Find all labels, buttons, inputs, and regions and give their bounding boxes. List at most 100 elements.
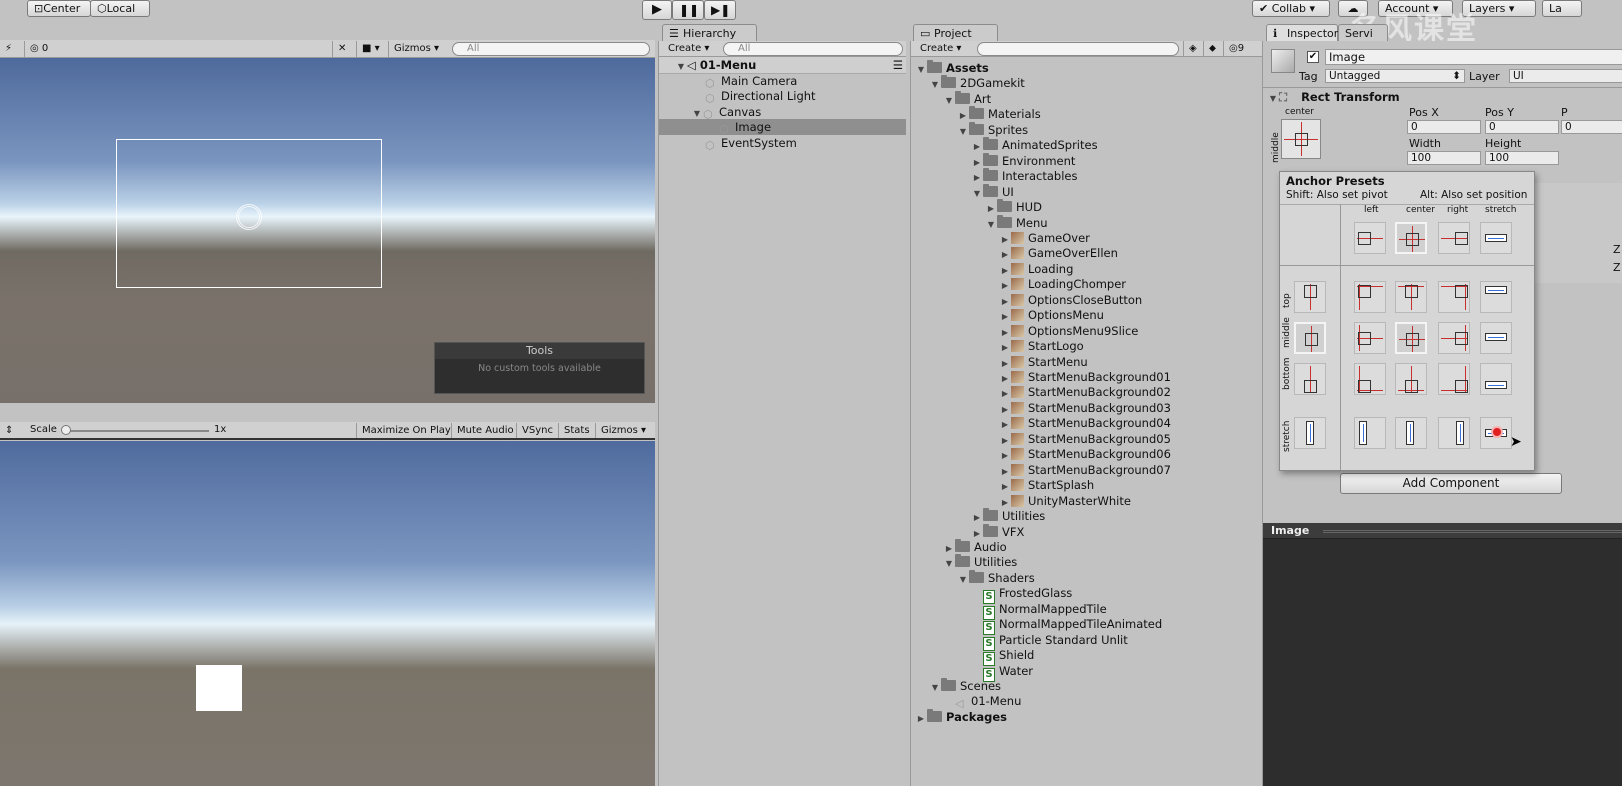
- anchor-preset-stretch-all[interactable]: [1480, 417, 1512, 449]
- project-tree-item[interactable]: ▶ Environment: [971, 152, 1075, 169]
- anchor-preset-button[interactable]: [1281, 119, 1321, 159]
- add-component-button[interactable]: Add Component: [1340, 473, 1562, 494]
- anchor-preset-cell[interactable]: [1438, 363, 1470, 395]
- posz-field[interactable]: 0: [1561, 120, 1622, 134]
- anchor-preset-center[interactable]: [1395, 222, 1427, 254]
- anchor-preset-top[interactable]: [1294, 281, 1326, 313]
- anchor-preset-cell[interactable]: [1395, 322, 1427, 354]
- anchor-preset-cell[interactable]: [1438, 322, 1470, 354]
- anchor-preset-cell-stretch-v[interactable]: [1395, 417, 1427, 449]
- project-tree-item[interactable]: ▶ StartMenuBackground03: [999, 400, 1171, 416]
- scene-gizmos-dropdown[interactable]: Gizmos ▾: [388, 41, 444, 57]
- anchor-preset-stretch-h[interactable]: [1480, 222, 1512, 254]
- project-tree-item[interactable]: ▼ 2DGamekit: [929, 75, 1025, 91]
- project-tree-item[interactable]: ▶ StartMenuBackground02: [999, 384, 1171, 400]
- width-field[interactable]: 100: [1407, 151, 1481, 165]
- foldout-arrow[interactable]: ▼: [943, 93, 955, 109]
- project-tree-item[interactable]: S Water: [971, 663, 1033, 682]
- foldout-arrow[interactable]: ▼: [957, 124, 969, 140]
- project-tree-item[interactable]: ◁ 01-Menu: [943, 693, 1021, 710]
- anchor-preset-cell-stretch-h[interactable]: [1480, 322, 1512, 354]
- anchor-preset-bottom[interactable]: [1294, 363, 1326, 395]
- project-tree-item[interactable]: S FrostedGlass: [971, 585, 1072, 605]
- project-tree-item[interactable]: S Shield: [971, 647, 1034, 667]
- project-tree-item[interactable]: ▶ OptionsMenu9Slice: [999, 323, 1138, 339]
- foldout-arrow[interactable]: ▼: [971, 186, 983, 202]
- layout-dropdown[interactable]: La: [1542, 0, 1582, 17]
- project-tree-item[interactable]: ▼ UI: [971, 183, 1014, 202]
- project-tree-item[interactable]: ▶ AnimatedSprites: [971, 137, 1098, 153]
- anchor-preset-cell[interactable]: [1354, 281, 1386, 313]
- project-tree-item[interactable]: ▶ StartMenuBackground01: [999, 369, 1171, 385]
- hierarchy-item[interactable]: ⬡ Main Camera: [705, 73, 797, 90]
- foldout-arrow[interactable]: ▼: [943, 556, 955, 572]
- anchor-preset-cell-stretch-h[interactable]: [1480, 281, 1512, 313]
- project-tree-item[interactable]: ▶ StartMenuBackground07: [999, 462, 1171, 478]
- foldout-arrow[interactable]: ▼: [985, 217, 997, 233]
- layer-dropdown[interactable]: UI: [1509, 69, 1622, 83]
- project-tree-item[interactable]: ▶ Audio: [943, 538, 1007, 555]
- scene-menu-icon[interactable]: ☰: [893, 57, 903, 74]
- project-tree-item[interactable]: ▼ Shaders: [957, 569, 1035, 586]
- foldout-arrow[interactable]: ▼: [675, 58, 687, 75]
- project-tree-item[interactable]: ▶ OptionsMenu: [999, 307, 1104, 323]
- collab-dropdown[interactable]: ✔ Collab ▾: [1252, 0, 1330, 17]
- height-field[interactable]: 100: [1485, 151, 1559, 165]
- posx-field[interactable]: 0: [1407, 120, 1481, 134]
- hierarchy-item[interactable]: ▼ ⬡ Canvas: [691, 104, 761, 121]
- project-tree-item[interactable]: ▶ StartMenuBackground04: [999, 415, 1171, 431]
- pivot-center-toggle[interactable]: ⊡Center: [27, 0, 91, 17]
- anchor-preset-cell-stretch-h[interactable]: [1480, 363, 1512, 395]
- game-gizmos-toggle[interactable]: Gizmos ▾: [595, 423, 651, 438]
- foldout-arrow[interactable]: ▶: [915, 711, 927, 727]
- active-checkbox[interactable]: ✔: [1307, 51, 1319, 63]
- tab-hierarchy[interactable]: ☰ Hierarchy: [662, 24, 757, 42]
- anchor-preset-cell-stretch-v[interactable]: [1438, 417, 1470, 449]
- project-tree-item[interactable]: ▶ Interactables: [971, 168, 1077, 184]
- hidden-packages-toggle[interactable]: ◎9: [1223, 41, 1249, 57]
- pause-button[interactable]: ❚❚: [672, 0, 704, 20]
- step-button[interactable]: ▶❚: [704, 0, 736, 20]
- foldout-arrow[interactable]: ▼: [929, 77, 941, 93]
- scale-slider[interactable]: [64, 430, 209, 432]
- project-tree-item[interactable]: ▼ Scenes: [929, 678, 1001, 694]
- hierarchy-create-dropdown[interactable]: Create ▾: [663, 41, 714, 57]
- project-tree-item[interactable]: ▼ Art: [943, 90, 991, 109]
- project-tree-item[interactable]: ▼ Assets: [915, 60, 989, 76]
- scene-search-input[interactable]: All: [452, 42, 650, 56]
- tag-dropdown[interactable]: Untagged ⬍: [1325, 69, 1465, 83]
- tab-services[interactable]: Servi: [1338, 24, 1388, 42]
- project-tree-item[interactable]: ▶ StartMenu: [999, 354, 1088, 370]
- scene-view[interactable]: Tools No custom tools available: [0, 58, 655, 403]
- hierarchy-search-input[interactable]: All: [723, 42, 903, 56]
- scale-slider-thumb[interactable]: [61, 425, 71, 435]
- project-tree-item[interactable]: ▶ LoadingChomper: [999, 276, 1126, 292]
- project-tree-item[interactable]: ▶ HUD: [985, 199, 1042, 215]
- project-tree-item[interactable]: ▶ OptionsCloseButton: [999, 292, 1142, 308]
- game-view[interactable]: [0, 441, 655, 786]
- play-button[interactable]: ▶: [642, 0, 672, 20]
- project-tree-item[interactable]: S NormalMappedTile: [971, 601, 1107, 620]
- tab-inspector[interactable]: ℹ Inspector: [1266, 24, 1338, 42]
- foldout-arrow[interactable]: ▼: [1267, 90, 1279, 108]
- preview-resize-handle[interactable]: [1323, 530, 1622, 533]
- scene-tools-button[interactable]: ✕: [332, 41, 351, 57]
- maximize-on-play-toggle[interactable]: Maximize On Play: [356, 423, 456, 438]
- project-tree-item[interactable]: ▼ Menu: [985, 214, 1048, 233]
- scene-hidden-toggle[interactable]: ◎ 0: [24, 41, 53, 57]
- project-tree-item[interactable]: ▼ Utilities: [943, 554, 1017, 570]
- anchor-preset-cell[interactable]: [1354, 363, 1386, 395]
- foldout-arrow[interactable]: ▼: [915, 62, 927, 78]
- scene-fx-button[interactable]: ⚡: [0, 41, 17, 57]
- anchor-preset-stretch-v[interactable]: [1294, 417, 1326, 449]
- mute-audio-toggle[interactable]: Mute Audio: [451, 423, 519, 438]
- filter-label-button[interactable]: ⬥: [1203, 41, 1221, 57]
- project-tree-item[interactable]: ▶ UnityMasterWhite: [999, 493, 1131, 509]
- project-tree-item[interactable]: ▶ VFX: [971, 523, 1024, 540]
- hierarchy-item-selected[interactable]: ⬡ Image: [659, 119, 906, 136]
- pivot-local-toggle[interactable]: ⬡Local: [90, 0, 150, 17]
- object-name-field[interactable]: Image: [1325, 49, 1622, 65]
- image-gizmo[interactable]: [236, 204, 262, 230]
- display-dropdown[interactable]: ⇕: [0, 423, 18, 438]
- project-tree-item[interactable]: ▶ StartLogo: [999, 338, 1084, 354]
